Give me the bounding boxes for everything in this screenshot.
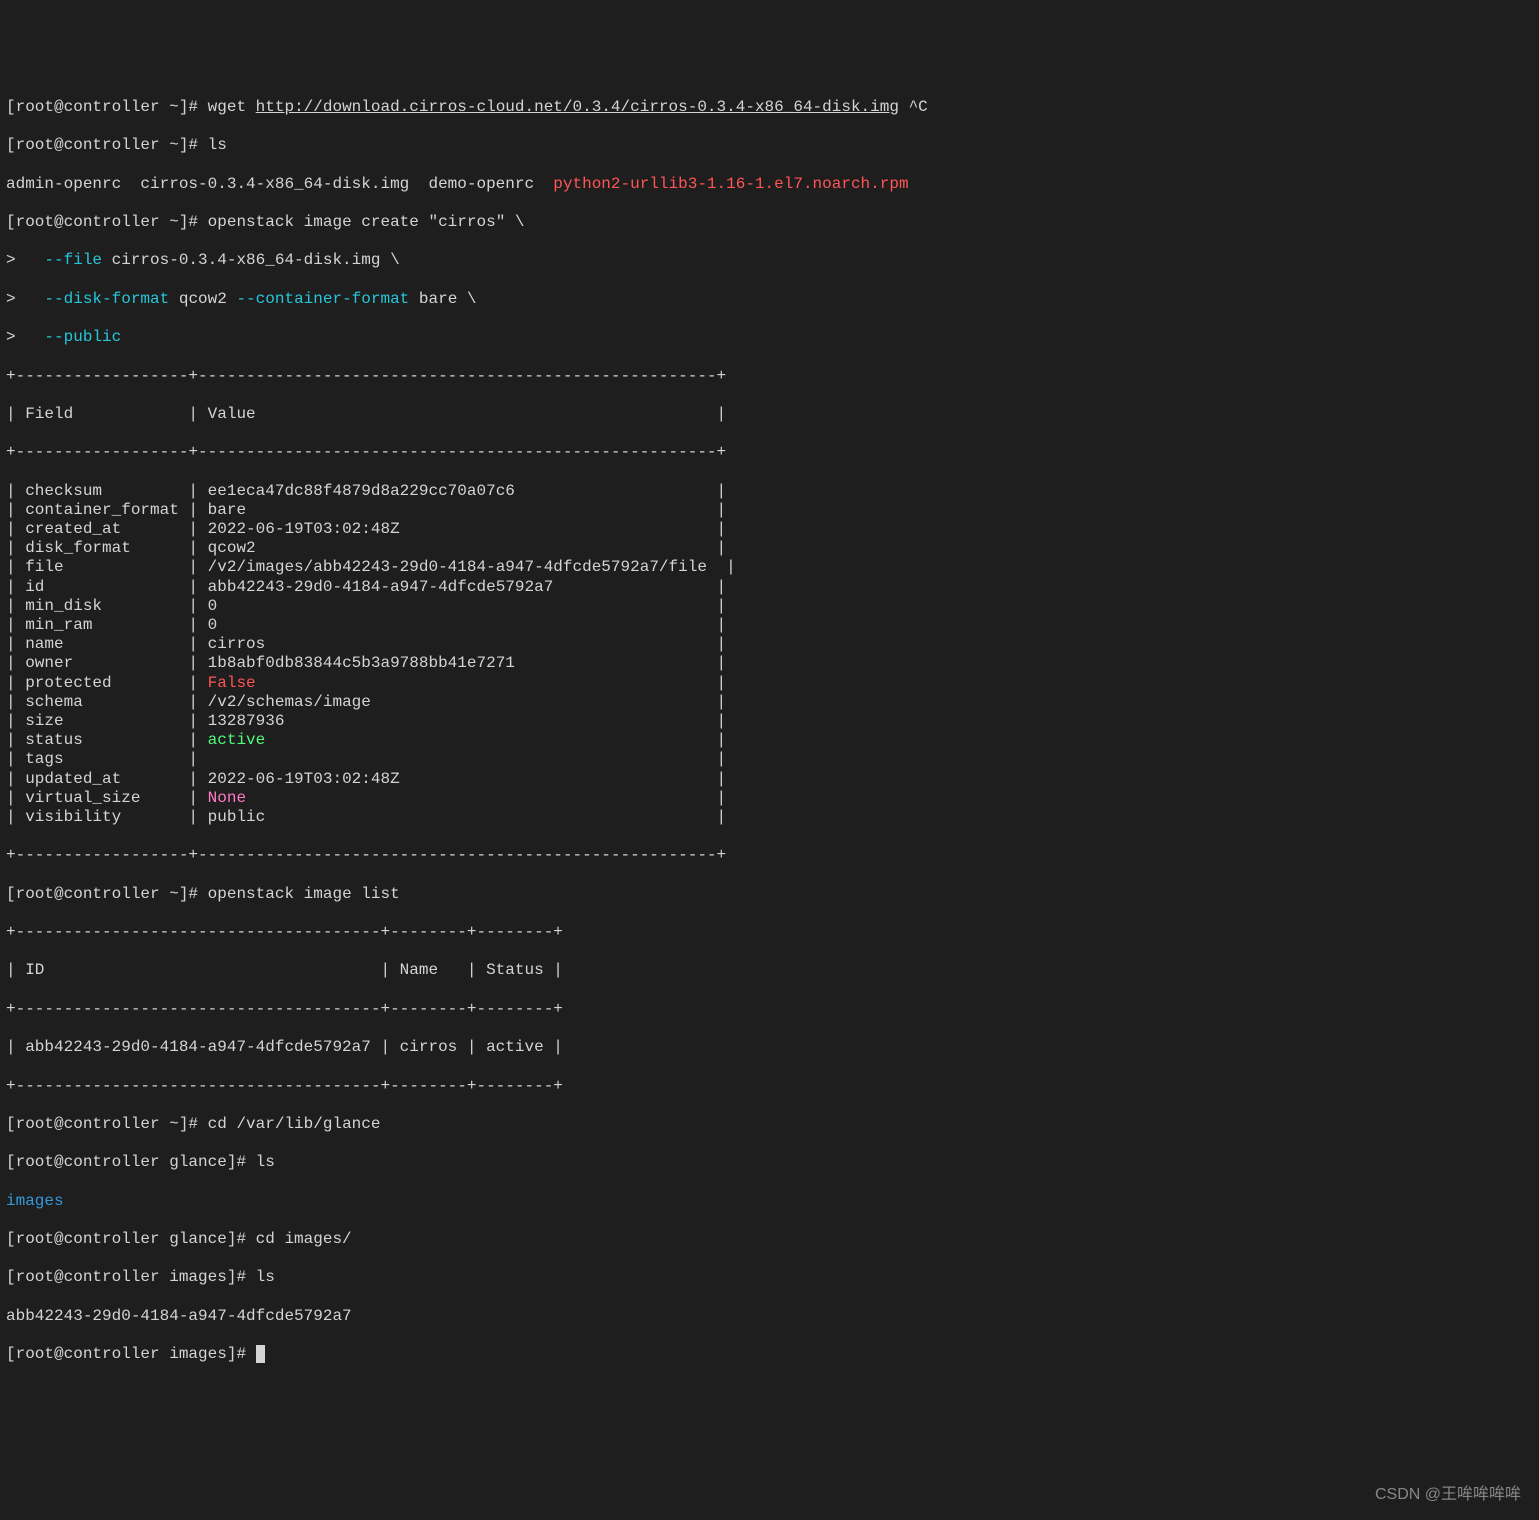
cmd-line-cd2: [root@controller glance]# cd images/	[6, 1230, 1539, 1249]
cmd-line-create4: > --public	[6, 328, 1539, 347]
table2-row: | abb42243-29d0-4184-a947-4dfcde5792a7 |…	[6, 1038, 1539, 1057]
ls-output-file: abb42243-29d0-4184-a947-4dfcde5792a7	[6, 1307, 1539, 1326]
table-row: | size | 13287936 |	[6, 712, 1539, 731]
table1-border-bottom: +------------------+--------------------…	[6, 846, 1539, 865]
table-row: | schema | /v2/schemas/image |	[6, 693, 1539, 712]
table-row: | min_disk | 0 |	[6, 597, 1539, 616]
table1-header: | Field | Value |	[6, 405, 1539, 424]
table1-body: | checksum | ee1eca47dc88f4879d8a229cc70…	[6, 482, 1539, 827]
table-row: | owner | 1b8abf0db83844c5b3a9788bb41e72…	[6, 654, 1539, 673]
table-row: | disk_format | qcow2 |	[6, 539, 1539, 558]
cmd-line-wget: [root@controller ~]# wget http://downloa…	[6, 98, 1539, 117]
table1-border-top: +------------------+--------------------…	[6, 367, 1539, 386]
table-row: | status | active |	[6, 731, 1539, 750]
table-row: | name | cirros |	[6, 635, 1539, 654]
table-row: | protected | False |	[6, 674, 1539, 693]
table-row: | virtual_size | None |	[6, 789, 1539, 808]
ls-output-images: images	[6, 1192, 1539, 1211]
cmd-line-cd1: [root@controller ~]# cd /var/lib/glance	[6, 1115, 1539, 1134]
cmd-line-cursor[interactable]: [root@controller images]#	[6, 1345, 1539, 1364]
ls-output-1: admin-openrc cirros-0.3.4-x86_64-disk.im…	[6, 175, 1539, 194]
cmd-line-create2: > --file cirros-0.3.4-x86_64-disk.img \	[6, 251, 1539, 270]
table2-border-top: +--------------------------------------+…	[6, 923, 1539, 942]
table-row: | file | /v2/images/abb42243-29d0-4184-a…	[6, 558, 1539, 577]
table-row: | id | abb42243-29d0-4184-a947-4dfcde579…	[6, 578, 1539, 597]
table-row: | tags | |	[6, 750, 1539, 769]
cmd-line-ls1: [root@controller ~]# ls	[6, 136, 1539, 155]
cmd-line-create3: > --disk-format qcow2 --container-format…	[6, 290, 1539, 309]
table-row: | created_at | 2022-06-19T03:02:48Z |	[6, 520, 1539, 539]
table2-header: | ID | Name | Status |	[6, 961, 1539, 980]
table-row: | checksum | ee1eca47dc88f4879d8a229cc70…	[6, 482, 1539, 501]
table-row: | min_ram | 0 |	[6, 616, 1539, 635]
table-row: | container_format | bare |	[6, 501, 1539, 520]
cmd-line-ls2: [root@controller glance]# ls	[6, 1153, 1539, 1172]
watermark-text: CSDN @王哞哞哞哞	[1375, 1485, 1521, 1504]
terminal-output[interactable]: [root@controller ~]# wget http://downloa…	[6, 79, 1539, 1384]
wget-url: http://download.cirros-cloud.net/0.3.4/c…	[256, 98, 899, 116]
table2-border-bottom: +--------------------------------------+…	[6, 1077, 1539, 1096]
cmd-line-ls3: [root@controller images]# ls	[6, 1268, 1539, 1287]
cursor-icon	[256, 1345, 265, 1363]
cmd-line-imagelist: [root@controller ~]# openstack image lis…	[6, 885, 1539, 904]
table2-border-mid: +--------------------------------------+…	[6, 1000, 1539, 1019]
table-row: | visibility | public |	[6, 808, 1539, 827]
cmd-line-create1: [root@controller ~]# openstack image cre…	[6, 213, 1539, 232]
table-row: | updated_at | 2022-06-19T03:02:48Z |	[6, 770, 1539, 789]
table1-border-mid: +------------------+--------------------…	[6, 443, 1539, 462]
